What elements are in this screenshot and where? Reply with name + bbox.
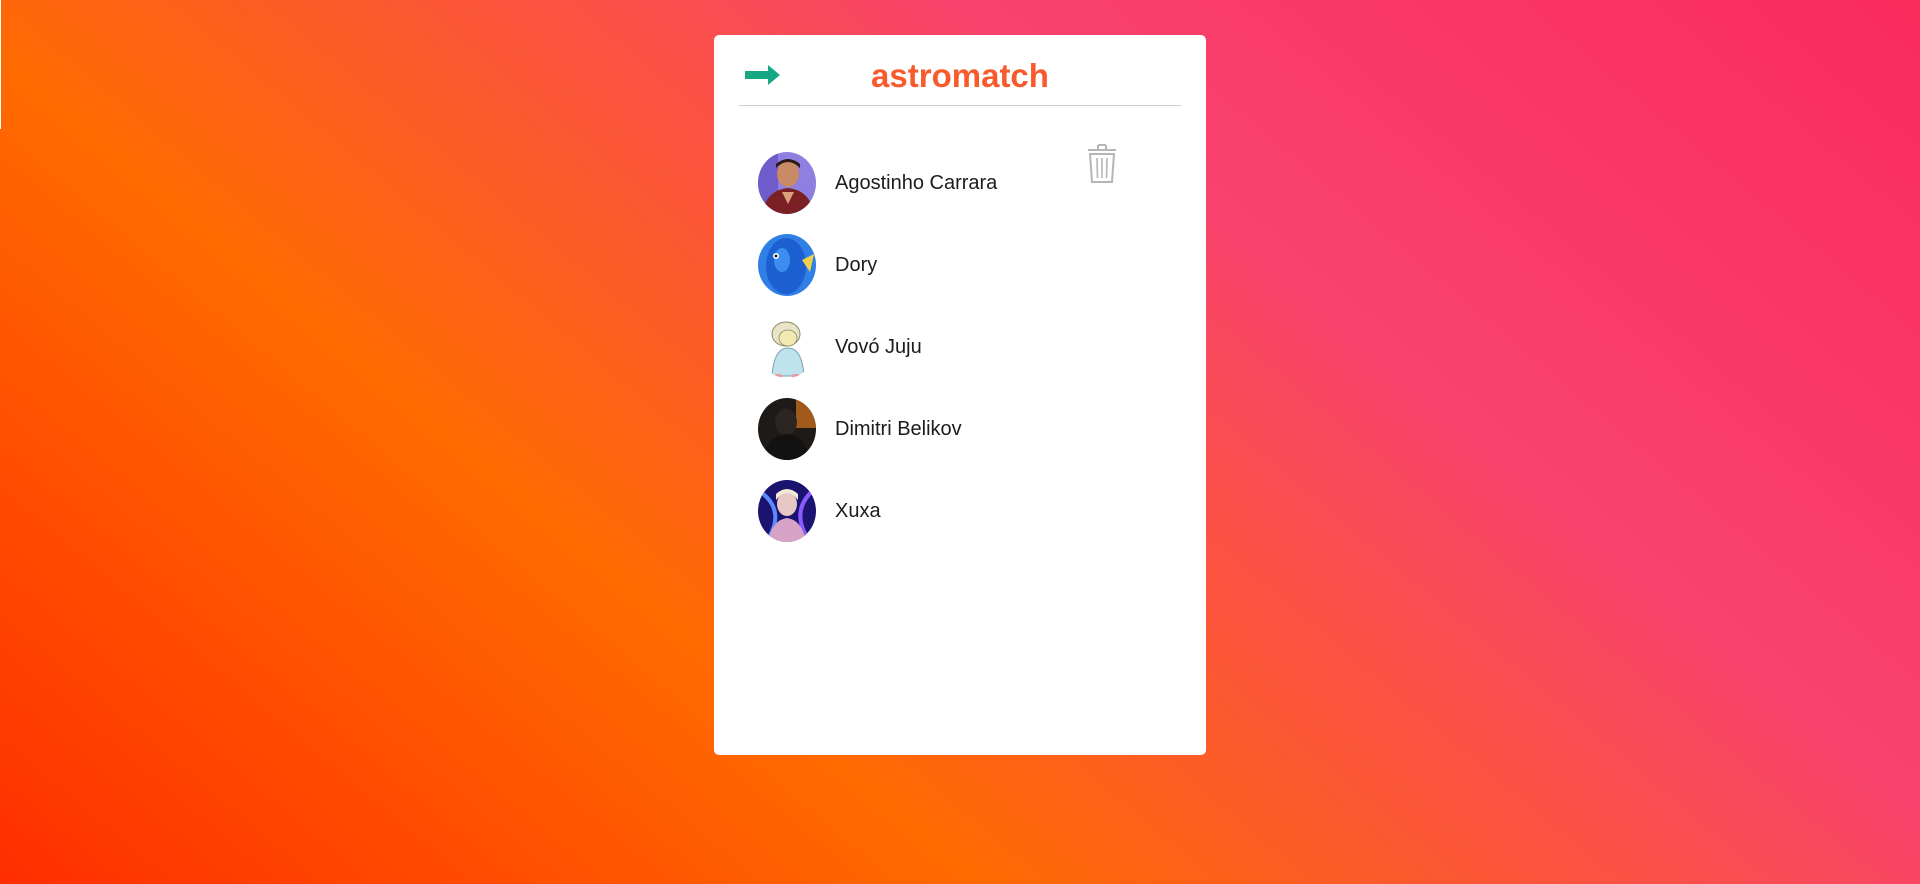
list-item[interactable]: Agostinho Carrara bbox=[758, 142, 1178, 224]
matches-list: Agostinho Carrara Dory Vovó Juju Dimitri… bbox=[758, 142, 1178, 552]
viewport-edge-mark bbox=[0, 0, 1, 129]
match-name: Xuxa bbox=[835, 499, 881, 522]
match-name: Vovó Juju bbox=[835, 335, 922, 358]
trash-icon bbox=[1088, 144, 1116, 183]
matches-card: astromatch Agostinho Carrara Dory Vovó J… bbox=[714, 35, 1206, 755]
list-item[interactable]: Vovó Juju bbox=[758, 306, 1178, 388]
list-item[interactable]: Xuxa bbox=[758, 470, 1178, 552]
match-name: Agostinho Carrara bbox=[835, 171, 998, 194]
app-header: astromatch bbox=[739, 35, 1181, 106]
list-item[interactable]: Dimitri Belikov bbox=[758, 388, 1178, 470]
avatar bbox=[758, 234, 816, 296]
avatar bbox=[758, 152, 816, 214]
avatar bbox=[758, 316, 816, 378]
match-name: Dory bbox=[835, 253, 878, 276]
avatar bbox=[758, 398, 816, 460]
match-name: Dimitri Belikov bbox=[835, 417, 962, 440]
list-item[interactable]: Dory bbox=[758, 224, 1178, 306]
delete-button[interactable] bbox=[1086, 142, 1118, 184]
app-logo: astromatch bbox=[871, 57, 1049, 94]
avatar bbox=[758, 480, 816, 542]
